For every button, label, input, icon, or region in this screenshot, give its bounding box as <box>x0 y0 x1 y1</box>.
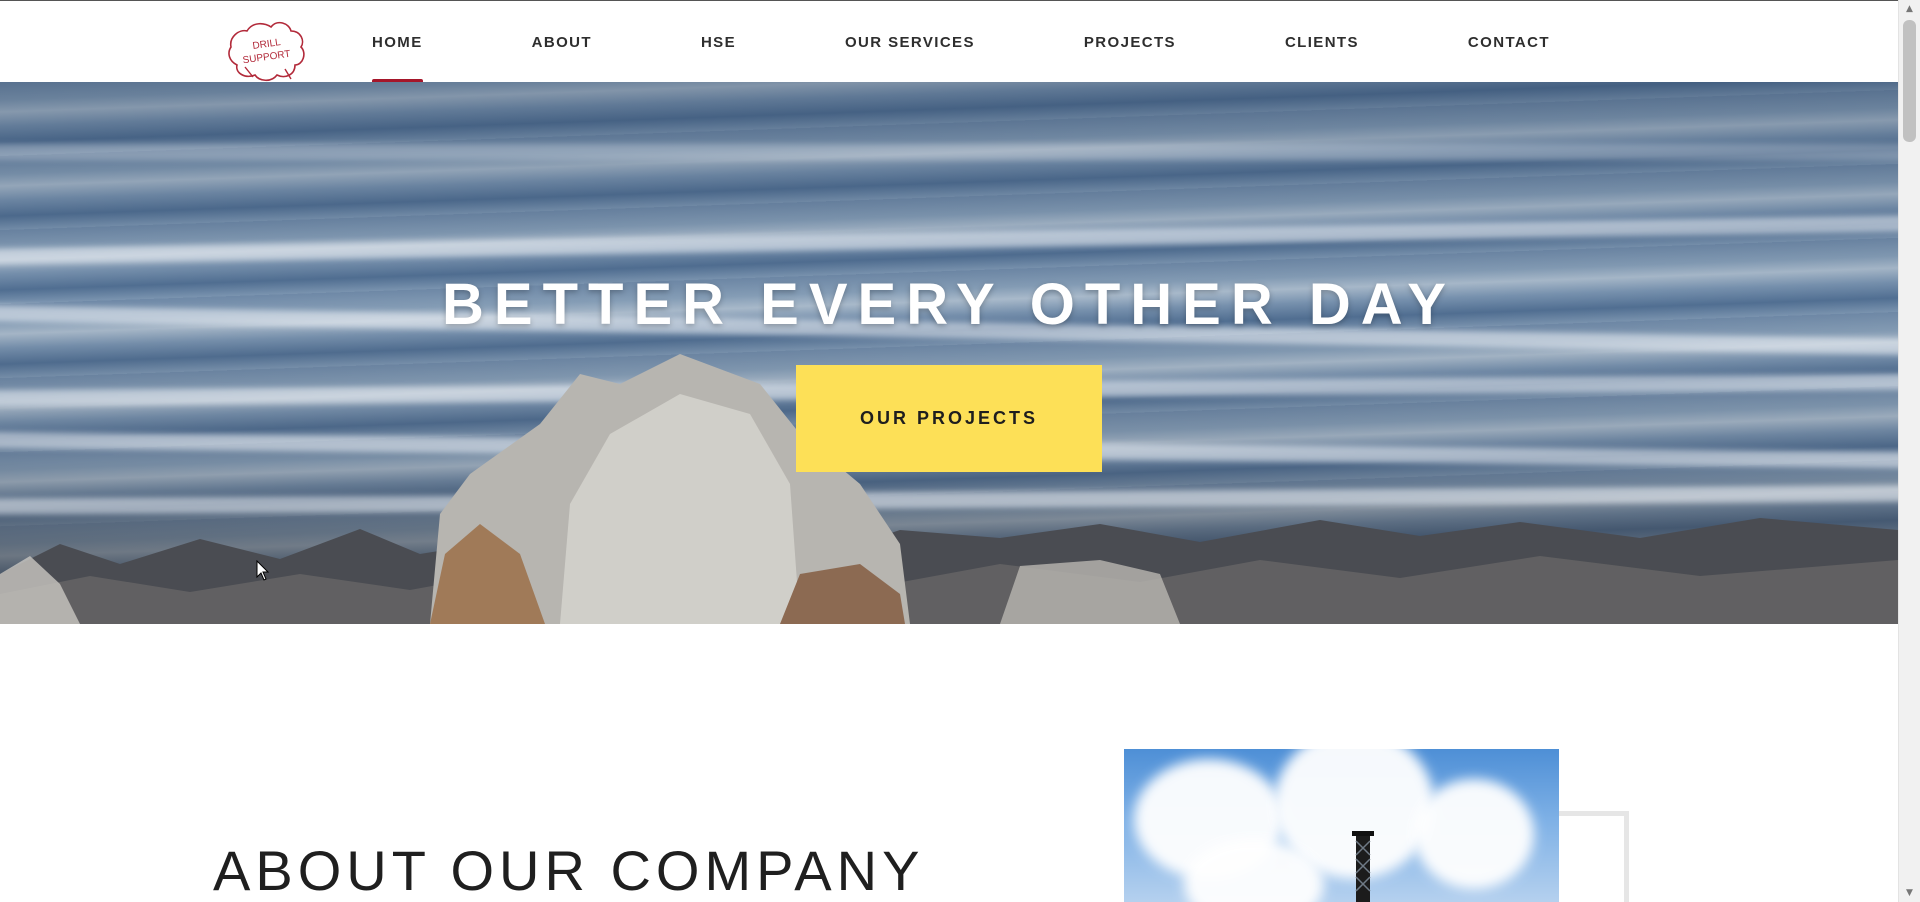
arrow-cursor-icon <box>256 560 270 581</box>
logo-line-2: SUPPORT <box>242 49 291 67</box>
main-nav: HOME ABOUT HSE OUR SERVICES PROJECTS CLI… <box>372 1 1550 83</box>
nav-hse[interactable]: HSE <box>701 1 736 83</box>
triangle-down-icon[interactable]: ▼ <box>1899 884 1920 902</box>
about-title: ABOUT OUR COMPANY <box>213 839 925 902</box>
our-projects-button[interactable]: OUR PROJECTS <box>796 365 1102 472</box>
nav-home[interactable]: HOME <box>372 1 423 83</box>
hero-title: BETTER EVERY OTHER DAY <box>442 271 1456 337</box>
navbar: DRILL SUPPORT HOME ABOUT HSE OUR SERVICE… <box>0 0 1898 85</box>
drill-rig-tower-icon <box>1352 831 1374 902</box>
nav-projects[interactable]: PROJECTS <box>1084 1 1176 83</box>
drill-support-logo-icon: DRILL SUPPORT <box>228 21 305 82</box>
nav-contact[interactable]: CONTACT <box>1468 1 1550 83</box>
site-logo[interactable]: DRILL SUPPORT <box>225 17 309 85</box>
nav-about[interactable]: ABOUT <box>532 1 592 83</box>
vertical-scrollbar[interactable]: ▲ ▼ <box>1898 0 1920 902</box>
triangle-up-icon[interactable]: ▲ <box>1899 0 1920 18</box>
nav-clients[interactable]: CLIENTS <box>1285 1 1359 83</box>
scrollbar-thumb[interactable] <box>1903 20 1916 142</box>
drill-rig-image <box>1124 749 1559 902</box>
hero-banner: BETTER EVERY OTHER DAY OUR PROJECTS <box>0 82 1898 624</box>
nav-our-services[interactable]: OUR SERVICES <box>845 1 975 83</box>
page: DRILL SUPPORT HOME ABOUT HSE OUR SERVICE… <box>0 0 1898 902</box>
